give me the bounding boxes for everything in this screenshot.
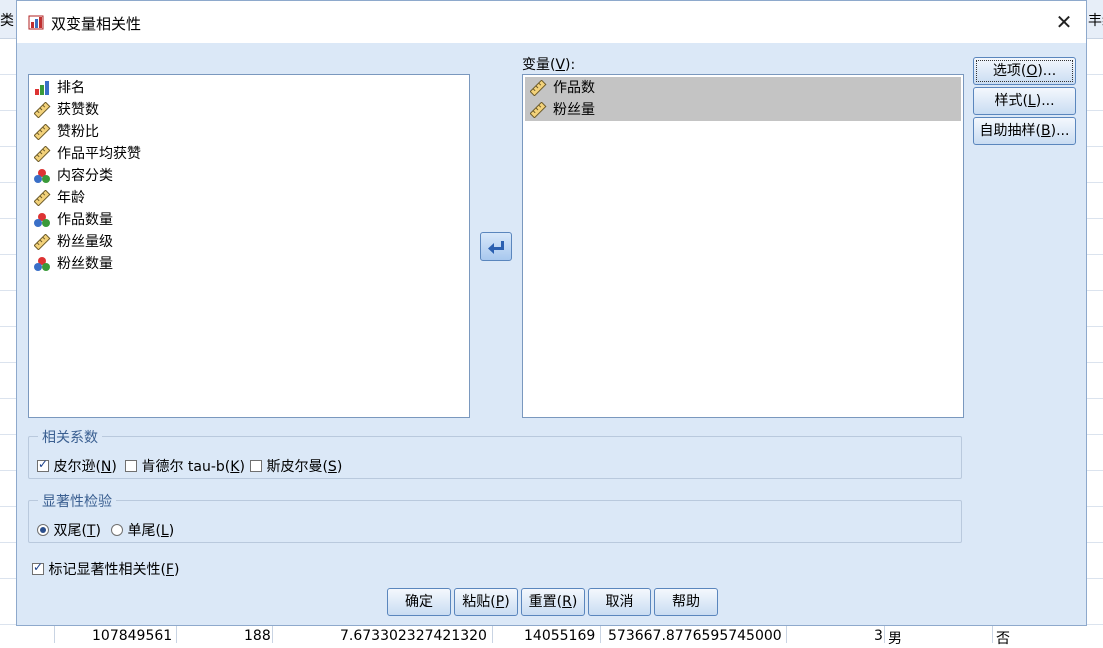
list-item[interactable]: 粉丝量级 — [29, 231, 469, 253]
variable-label: 作品数 — [553, 80, 595, 96]
scale-ruler-icon — [34, 190, 51, 206]
list-item[interactable]: 赞粉比 — [29, 121, 469, 143]
variables-label: 变量(V): — [522, 57, 576, 73]
scale-ruler-icon — [34, 234, 51, 250]
ok-button[interactable]: 确定 — [387, 588, 451, 616]
list-item[interactable]: 内容分类 — [29, 165, 469, 187]
group-title: 相关系数 — [38, 427, 102, 447]
list-item[interactable]: 作品平均获赞 — [29, 143, 469, 165]
dialog-title: 双变量相关性 — [51, 15, 142, 33]
move-variable-button[interactable] — [480, 232, 512, 261]
variable-label: 内容分类 — [57, 168, 113, 184]
checkbox-box[interactable] — [32, 560, 44, 575]
flag-significant-checkbox[interactable]: 标记显著性相关性(F) — [32, 559, 179, 579]
style-button[interactable]: 样式(L)... — [973, 87, 1076, 115]
cancel-button[interactable]: 取消 — [588, 588, 651, 616]
one-tailed-radio[interactable]: 单尾(L) — [111, 520, 174, 540]
checkbox-box[interactable] — [37, 457, 49, 472]
variable-label: 排名 — [57, 80, 85, 96]
pearson-checkbox[interactable]: 皮尔逊(N) — [37, 456, 117, 476]
two-tailed-radio[interactable]: 双尾(T) — [37, 520, 101, 540]
nominal-balls-icon — [34, 257, 50, 271]
variable-label: 年龄 — [57, 190, 85, 206]
bg-cell: 3 — [874, 628, 883, 644]
bg-header-left: 类 — [0, 13, 14, 29]
bg-cell: 男 — [888, 631, 902, 647]
variable-label: 作品平均获赞 — [57, 146, 141, 162]
correlation-coefficients-group: 相关系数 皮尔逊(N) 肯德尔 tau-b(K) 斯皮尔曼(S) — [28, 427, 962, 479]
source-variable-list[interactable]: 排名 获赞数 赞粉比 作品平均获赞 内容分类 年龄 作品数量 粉丝量级 粉丝数量 — [28, 74, 470, 418]
bg-cell: 573667.8776595745000 — [608, 628, 782, 644]
bg-cell: 14055169 — [524, 628, 596, 644]
scale-ruler-icon — [530, 80, 547, 96]
options-button[interactable]: 选项(O)... — [973, 57, 1076, 85]
list-item[interactable]: 排名 — [29, 77, 469, 99]
checkbox-box[interactable] — [250, 460, 262, 472]
close-icon: ✕ — [1055, 10, 1073, 34]
variable-label: 获赞数 — [57, 102, 99, 118]
variable-label: 赞粉比 — [57, 124, 99, 140]
list-item[interactable]: 粉丝数量 — [29, 253, 469, 275]
spss-dialog-icon — [28, 15, 44, 30]
paste-button[interactable]: 粘贴(P) — [454, 588, 518, 616]
bootstrap-button[interactable]: 自助抽样(B)... — [973, 117, 1076, 145]
bivariate-correlations-dialog: 双变量相关性 ✕ 排名 获赞数 赞粉比 作品平均获赞 内容分类 年龄 作品数量 … — [16, 0, 1087, 626]
target-variable-list[interactable]: 作品数 粉丝量 — [522, 74, 964, 418]
scale-ruler-icon — [34, 146, 51, 162]
ordinal-bar-icon — [35, 81, 49, 95]
list-item[interactable]: 作品数 — [525, 77, 961, 99]
scale-ruler-icon — [34, 124, 51, 140]
title-bar: 双变量相关性 ✕ — [17, 1, 1086, 43]
kendall-checkbox[interactable]: 肯德尔 tau-b(K) — [125, 456, 245, 476]
nominal-balls-icon — [34, 213, 50, 227]
significance-test-group: 显著性检验 双尾(T) 单尾(L) — [28, 491, 962, 543]
list-item[interactable]: 获赞数 — [29, 99, 469, 121]
spearman-checkbox[interactable]: 斯皮尔曼(S) — [250, 456, 342, 476]
scale-ruler-icon — [34, 102, 51, 118]
variable-label: 粉丝量 — [553, 102, 595, 118]
list-item[interactable]: 作品数量 — [29, 209, 469, 231]
bg-cell: 188 — [244, 628, 271, 644]
bg-cell: 7.673302327421320 — [340, 628, 487, 644]
list-item[interactable]: 粉丝量 — [525, 99, 961, 121]
checkbox-box[interactable] — [125, 460, 137, 472]
close-button[interactable]: ✕ — [1042, 1, 1086, 43]
help-button[interactable]: 帮助 — [654, 588, 718, 616]
variable-label: 粉丝量级 — [57, 234, 113, 250]
nominal-balls-icon — [34, 169, 50, 183]
scale-ruler-icon — [530, 102, 547, 118]
variable-label: 粉丝数量 — [57, 256, 113, 272]
bg-cell: 107849561 — [92, 628, 173, 644]
variable-label: 作品数量 — [57, 212, 113, 228]
reset-button[interactable]: 重置(R) — [521, 588, 585, 616]
bg-header-right: 丰约 — [1088, 13, 1103, 29]
list-item[interactable]: 年龄 — [29, 187, 469, 209]
radio-circle[interactable] — [111, 524, 123, 536]
bg-cell: 否 — [996, 631, 1010, 647]
back-arrow-icon — [488, 241, 504, 254]
group-title: 显著性检验 — [38, 491, 116, 511]
radio-circle[interactable] — [37, 524, 49, 536]
